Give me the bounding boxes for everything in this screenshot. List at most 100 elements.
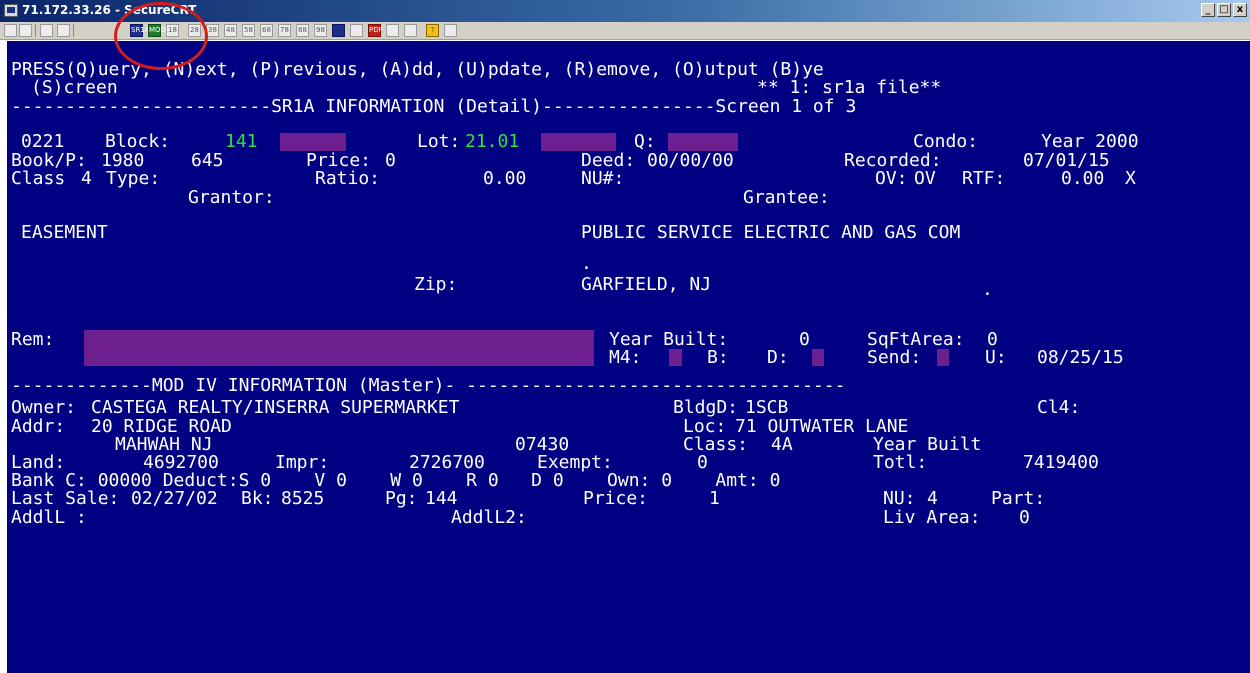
nu2-value: 4 xyxy=(927,488,938,509)
settings-icon[interactable] xyxy=(386,24,399,37)
session-38-button[interactable]: 38 xyxy=(206,24,219,37)
ov-value: OV xyxy=(914,168,936,189)
toolbar: SR1A MOD 18 28 38 48 58 68 78 88 98 PDF … xyxy=(0,22,1250,40)
grantee-city: GARFIELD, NJ xyxy=(581,274,712,295)
tools-icon[interactable] xyxy=(444,24,457,37)
lot-label: Lot: xyxy=(417,131,461,152)
session-button[interactable] xyxy=(332,24,345,37)
lot-field[interactable] xyxy=(541,133,616,151)
terminal-screen[interactable]: PRESS(Q)uery, (N)ext, (P)revious, (A)dd,… xyxy=(7,41,1250,673)
price-value: 0 xyxy=(385,150,396,171)
addl-label: AddlL : xyxy=(11,507,87,528)
grantee-value: PUBLIC SERVICE ELECTRIC AND GAS COM xyxy=(581,222,961,243)
screen-option: (S)creen xyxy=(31,77,118,98)
cl4-label: Cl4: xyxy=(1037,397,1081,418)
bldgd-label: BldgD: xyxy=(673,397,739,418)
grantor-value: EASEMENT xyxy=(21,222,108,243)
session-58-button[interactable]: 58 xyxy=(242,24,255,37)
condo-label: Condo: xyxy=(913,131,979,152)
rtf-value: 0.00 xyxy=(1061,168,1105,189)
rem-label: Rem: xyxy=(11,329,55,350)
liv-area-value: 0 xyxy=(1019,507,1030,528)
owner-value: CASTEGA REALTY/INSERRA SUPERMARKET xyxy=(91,397,460,418)
bk-value: 8525 xyxy=(281,488,325,509)
class2-label: Class: xyxy=(683,434,749,455)
rtf-label: RTF: xyxy=(962,168,1006,189)
session-18-button[interactable]: 18 xyxy=(166,24,179,37)
liv-area-label: Liv Area: xyxy=(883,507,981,528)
help-icon[interactable]: ? xyxy=(426,24,439,37)
deed-value: 00/00/00 xyxy=(647,150,734,171)
ratio-value: 0.00 xyxy=(483,168,527,189)
ov-label: OV: xyxy=(875,168,908,189)
minimize-button[interactable]: _ xyxy=(1201,3,1215,17)
part-label: Part: xyxy=(991,488,1046,509)
remarks-field[interactable] xyxy=(84,330,594,366)
class-label: Class xyxy=(11,168,66,189)
m4-label: M4: xyxy=(609,347,642,368)
totl-value: 7419400 xyxy=(1023,452,1099,473)
toolbar-divider xyxy=(35,24,36,37)
trailing-dot: . xyxy=(982,279,993,300)
maximize-button[interactable]: □ xyxy=(1217,3,1231,17)
window-title-bar[interactable]: 71.172.33.26 - SecureCRT _ □ x xyxy=(0,0,1250,22)
qualifier-field[interactable] xyxy=(668,133,738,151)
session-78-button[interactable]: 78 xyxy=(278,24,291,37)
ratio-label: Ratio: xyxy=(315,168,381,189)
addr-label: Addr: xyxy=(11,416,66,437)
pdf-icon[interactable]: PDF xyxy=(368,24,383,37)
pg-value: 144 xyxy=(425,488,458,509)
session-sr1a-button[interactable]: SR1A xyxy=(130,24,150,37)
addl2-label: AddlL2: xyxy=(451,507,527,528)
condo-value: Year 2000 xyxy=(1041,131,1139,152)
q-label: Q: xyxy=(634,131,656,152)
bk-label: Bk: xyxy=(241,488,274,509)
window-frame-edge xyxy=(0,41,7,673)
send-field[interactable] xyxy=(937,349,949,366)
command-menu: PRESS(Q)uery, (N)ext, (P)revious, (A)dd,… xyxy=(11,59,824,80)
d-label: D: xyxy=(767,347,789,368)
block-value: 141 xyxy=(225,131,258,152)
block-field[interactable] xyxy=(280,133,346,151)
owner-label: Owner: xyxy=(11,397,77,418)
d-field[interactable] xyxy=(812,349,824,366)
last-sale-label: Last Sale: xyxy=(11,488,120,509)
grantee-continuation: . xyxy=(581,253,592,274)
zip-label: Zip: xyxy=(414,274,458,295)
class2-value: 4A xyxy=(771,434,793,455)
sr1a-section-header: ------------------------SR1A INFORMATION… xyxy=(11,96,857,117)
close-button[interactable]: x xyxy=(1233,3,1247,17)
toolbar-divider xyxy=(73,24,74,37)
session-68-button[interactable]: 68 xyxy=(260,24,273,37)
session-88-button[interactable]: 88 xyxy=(296,24,309,37)
nu-label: NU#: xyxy=(581,168,625,189)
u-value: 08/25/15 xyxy=(1037,347,1124,368)
bldgd-value: 1SCB xyxy=(745,397,789,418)
map-icon[interactable] xyxy=(350,24,363,37)
session-98-button[interactable]: 98 xyxy=(314,24,327,37)
settings-icon[interactable] xyxy=(404,24,417,37)
rtf-flag: X xyxy=(1125,168,1136,189)
m4-field[interactable] xyxy=(669,349,682,366)
totl-label: Totl: xyxy=(873,452,928,473)
record-code: 0221 xyxy=(21,131,65,152)
window-controls: _ □ x xyxy=(1201,3,1247,17)
price2-label: Price: xyxy=(583,488,649,509)
page-value: 645 xyxy=(191,150,224,171)
send-label: Send: xyxy=(867,347,922,368)
copy-icon[interactable] xyxy=(4,24,17,37)
b-label: B: xyxy=(707,347,729,368)
paste-icon[interactable] xyxy=(19,24,32,37)
last-sale-value: 02/27/02 xyxy=(131,488,218,509)
lot-value: 21.01 xyxy=(465,131,520,152)
session-48-button[interactable]: 48 xyxy=(224,24,237,37)
find-icon[interactable] xyxy=(57,24,70,37)
session-mod-button[interactable]: MOD xyxy=(148,24,166,37)
price2-value: 1 xyxy=(709,488,720,509)
file-indicator: ** 1: sr1a file** xyxy=(757,77,942,98)
securecrt-app-icon xyxy=(4,4,18,17)
year-built-value: 0 xyxy=(799,329,810,350)
session-28-button[interactable]: 28 xyxy=(188,24,201,37)
print-icon[interactable] xyxy=(40,24,53,37)
u-label: U: xyxy=(985,347,1007,368)
